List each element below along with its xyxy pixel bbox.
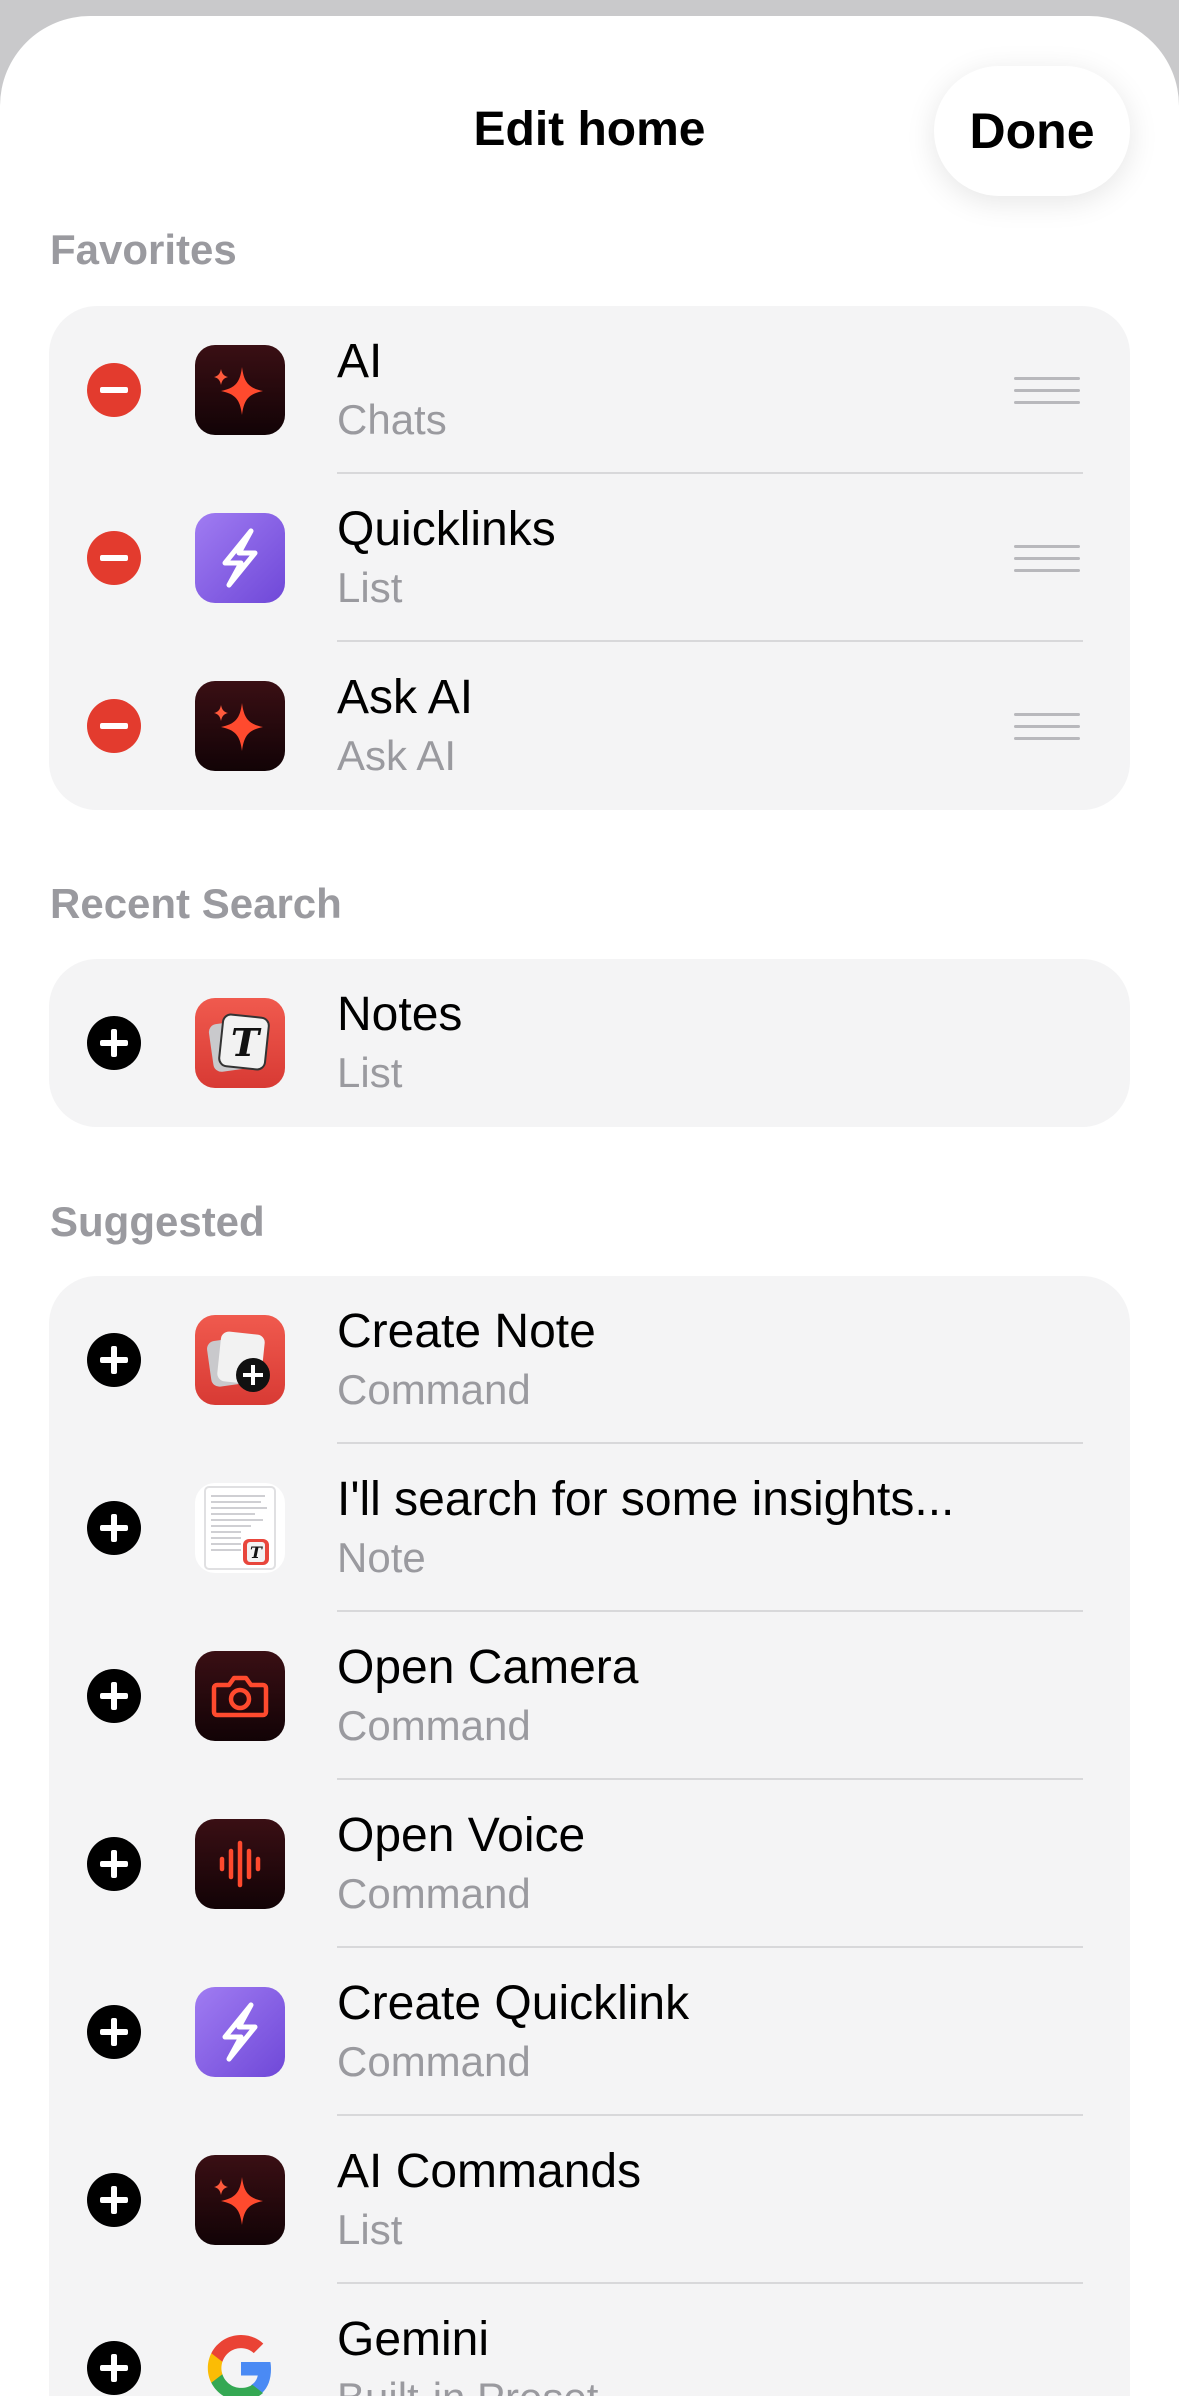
section-label-suggested: Suggested: [50, 1198, 265, 1245]
list-item[interactable]: Create Quicklink Command: [49, 1948, 1130, 2116]
add-to-favorites-button[interactable]: [87, 1669, 141, 1723]
add-to-favorites-button[interactable]: [87, 1501, 141, 1555]
list-item[interactable]: T Notes List: [49, 959, 1130, 1127]
list-item[interactable]: Gemini Built-in Preset: [49, 2284, 1130, 2396]
item-subtitle: Command: [337, 2038, 531, 2085]
ai-sparkle-icon: [195, 345, 285, 435]
recent-search-card: T Notes List: [49, 959, 1130, 1127]
header: Edit home Done: [0, 16, 1179, 248]
item-title: Quicklinks: [337, 503, 556, 556]
section-label-favorites: Favorites: [50, 226, 237, 273]
add-to-favorites-button[interactable]: [87, 2005, 141, 2059]
remove-favorite-button[interactable]: [87, 363, 141, 417]
item-subtitle: Chats: [337, 396, 447, 443]
item-title: I'll search for some insights...: [337, 1473, 955, 1526]
add-to-favorites-button[interactable]: [87, 2173, 141, 2227]
list-item[interactable]: AI Chats: [49, 306, 1130, 474]
svg-text:T: T: [231, 1020, 262, 1065]
remove-favorite-button[interactable]: [87, 699, 141, 753]
item-subtitle: Note: [337, 1534, 426, 1581]
list-item[interactable]: AI Commands List: [49, 2116, 1130, 2284]
item-title: AI Commands: [337, 2145, 642, 2198]
add-to-favorites-button[interactable]: [87, 1016, 141, 1070]
item-title: Open Camera: [337, 1641, 639, 1694]
notes-icon: T: [195, 998, 285, 1088]
quicklinks-icon: [195, 513, 285, 603]
ai-sparkle-icon: [195, 2155, 285, 2245]
item-title: AI: [337, 335, 383, 388]
add-to-favorites-button[interactable]: [87, 1333, 141, 1387]
add-to-favorites-button[interactable]: [87, 2341, 141, 2395]
item-subtitle: Built-in Preset: [337, 2374, 598, 2396]
reorder-handle-icon[interactable]: [1014, 713, 1080, 741]
item-subtitle: Command: [337, 1870, 531, 1917]
item-title: Ask AI: [337, 671, 474, 724]
item-subtitle: Command: [337, 1702, 531, 1749]
list-item[interactable]: Open Camera Command: [49, 1612, 1130, 1780]
suggested-card: Create Note Command T I'll search for some …: [49, 1276, 1130, 2396]
item-title: Create Note: [337, 1305, 596, 1358]
note-document-icon: T: [195, 1483, 285, 1573]
list-item[interactable]: Ask AI Ask AI: [49, 642, 1130, 810]
item-subtitle: List: [337, 2206, 403, 2253]
reorder-handle-icon[interactable]: [1014, 545, 1080, 573]
list-item[interactable]: Quicklinks List: [49, 474, 1130, 642]
item-title: Create Quicklink: [337, 1977, 690, 2030]
favorites-card: AI Chats Quicklinks List Ask AI Ask AI: [49, 306, 1130, 810]
remove-favorite-button[interactable]: [87, 531, 141, 585]
list-item[interactable]: Open Voice Command: [49, 1780, 1130, 1948]
svg-text:T: T: [250, 1543, 263, 1562]
item-title: Gemini: [337, 2313, 490, 2366]
item-subtitle: List: [337, 1049, 403, 1096]
item-subtitle: Command: [337, 1366, 531, 1413]
item-subtitle: Ask AI: [337, 732, 457, 779]
ai-sparkle-icon: [195, 681, 285, 771]
section-label-recent-search: Recent Search: [50, 880, 342, 927]
list-item[interactable]: T I'll search for some insights... Note: [49, 1444, 1130, 1612]
quicklinks-icon: [195, 1987, 285, 2077]
item-title: Open Voice: [337, 1809, 586, 1862]
reorder-handle-icon[interactable]: [1014, 377, 1080, 405]
google-g-icon: [195, 2323, 285, 2396]
camera-icon: [195, 1651, 285, 1741]
add-to-favorites-button[interactable]: [87, 1837, 141, 1891]
list-item[interactable]: Create Note Command: [49, 1276, 1130, 1444]
done-button[interactable]: Done: [934, 66, 1130, 196]
item-title: Notes: [337, 988, 463, 1041]
create-note-icon: [195, 1315, 285, 1405]
voice-waveform-icon: [195, 1819, 285, 1909]
item-subtitle: List: [337, 564, 403, 611]
